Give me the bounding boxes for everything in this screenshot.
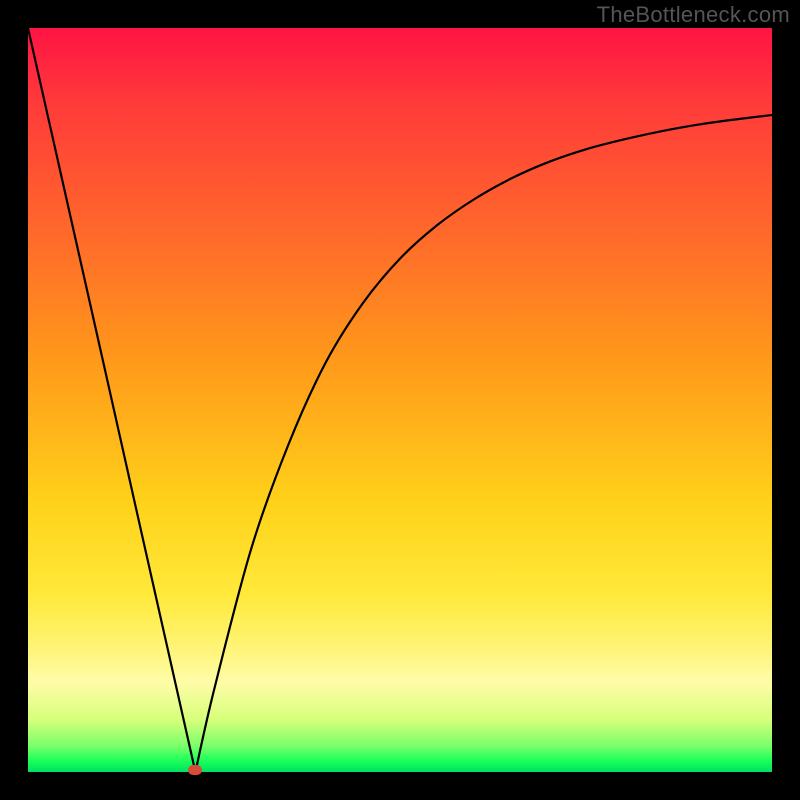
chart-plot-area <box>28 28 772 772</box>
optimal-point-marker <box>188 765 202 775</box>
chart-root: TheBottleneck.com <box>0 0 800 800</box>
watermark-text: TheBottleneck.com <box>597 2 790 28</box>
